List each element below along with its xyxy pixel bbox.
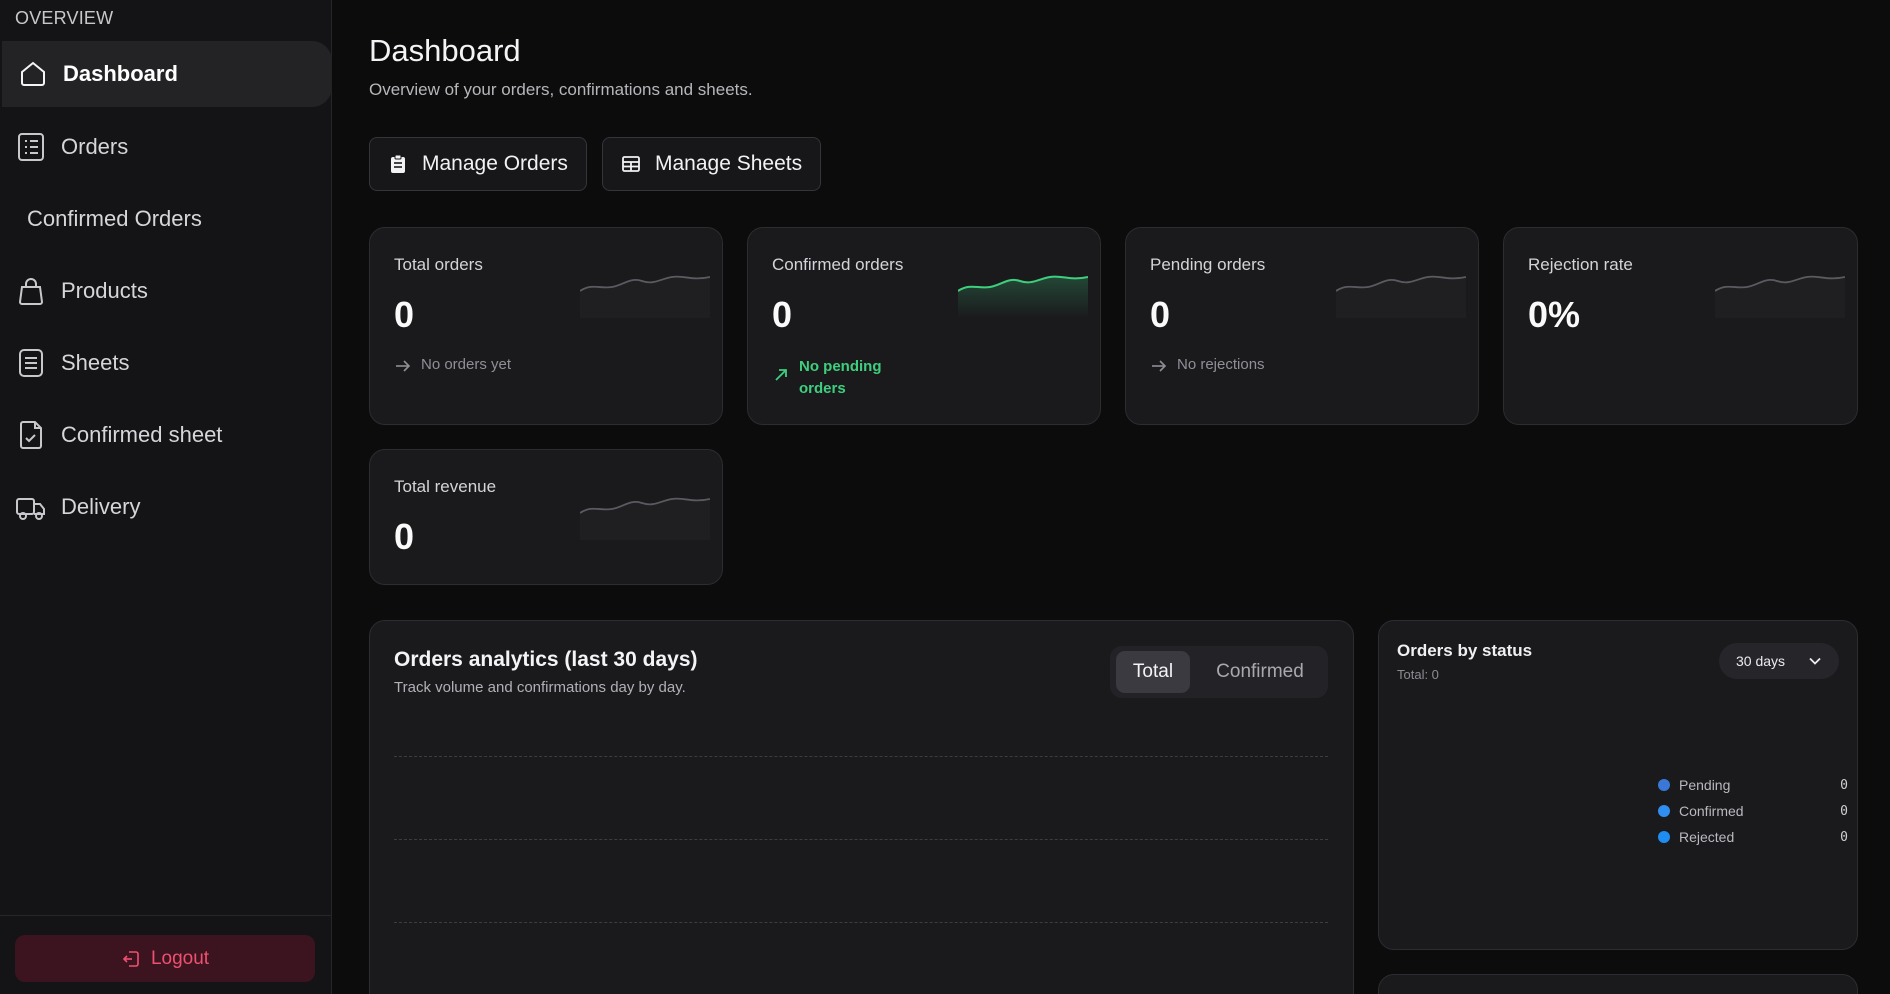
stat-note-text: No rejections [1177,356,1265,373]
sidebar: OVERVIEW Dashboard Orders Confirmed Orde… [0,0,332,994]
stat-label: Confirmed orders [772,255,904,274]
sidebar-item-confirmed-sheet[interactable]: Confirmed sheet [0,402,332,468]
stat-card-total-revenue: Total revenue 0 [369,449,723,585]
stat-value: 0 [394,516,415,557]
manage-sheets-label: Manage Sheets [655,152,803,175]
sidebar-item-label: Sheets [61,350,130,375]
sidebar-item-delivery[interactable]: Delivery [0,474,332,540]
page-title: Dashboard [369,33,521,68]
range-select-value: 30 days [1736,653,1786,669]
sparkline [1336,275,1466,318]
legend-dot [1658,779,1670,791]
bag-icon [15,275,47,307]
legend-value: 0 [1840,777,1848,793]
chart-gridline [394,922,1328,923]
tab-total[interactable]: Total [1116,651,1190,693]
sidebar-item-orders[interactable]: Orders [0,114,332,180]
legend-label: Rejected [1679,829,1735,845]
range-select[interactable]: 30 days [1719,643,1839,679]
legend-dot [1658,831,1670,843]
sidebar-item-products[interactable]: Products [0,258,332,324]
sidebar-item-label: Orders [61,134,129,159]
analytics-subtitle: Track volume and confirmations day by da… [394,679,686,696]
manage-orders-label: Manage Orders [422,152,568,175]
tab-confirmed[interactable]: Confirmed [1198,651,1322,693]
next-panel-card [1378,974,1858,994]
stat-note: No rejections [1150,356,1265,375]
stat-note-text: No orders yet [421,356,512,373]
sidebar-item-label: Confirmed sheet [61,422,223,447]
logout-icon [122,950,139,967]
legend-dot [1658,805,1670,817]
orders-by-status-card: Orders by status Total: 0 30 days Pendin… [1378,620,1858,950]
stat-value: 0% [1528,294,1581,335]
stat-note: No pending orders [772,356,922,400]
chart-gridline [394,839,1328,840]
chevron-down-icon [1809,657,1821,665]
sidebar-item-label: Dashboard [63,61,178,86]
legend-item-rejected: Rejected 0 [1658,826,1848,848]
legend-value: 0 [1840,829,1848,845]
sidebar-item-label: Delivery [61,494,141,519]
stat-label: Total orders [394,255,483,274]
logout-label: Logout [150,947,210,969]
arrow-right-icon [1152,360,1167,372]
stat-card-confirmed-orders: Confirmed orders 0 No pending orders [747,227,1101,425]
stat-card-pending-orders: Pending orders 0 No rejections [1125,227,1479,425]
legend-label: Confirmed [1679,803,1744,819]
stat-card-rejection-rate: Rejection rate 0% [1503,227,1858,425]
truck-icon [15,491,47,523]
sidebar-item-dashboard[interactable]: Dashboard [2,41,332,107]
sidebar-divider [0,915,332,916]
stat-value: 0 [1150,294,1171,335]
table-icon [622,156,640,172]
sparkline [580,497,710,540]
sidebar-item-label: Confirmed Orders [27,206,202,231]
manage-sheets-button[interactable]: Manage Sheets [602,137,822,191]
stat-note-text: No pending orders [799,358,882,397]
chart-gridline [394,756,1328,757]
stat-value: 0 [772,294,793,335]
file-check-icon [15,419,47,451]
stat-label: Rejection rate [1528,255,1633,274]
legend-item-confirmed: Confirmed 0 [1658,800,1848,822]
sheet-icon [15,347,47,379]
sparkline [958,275,1088,318]
status-total: Total: 0 [1397,667,1439,682]
sparkline [1715,275,1845,318]
logout-button[interactable]: Logout [15,935,315,982]
legend-label: Pending [1679,777,1731,793]
sparkline [580,275,710,318]
stat-note: No orders yet [394,356,511,375]
clipboard-icon [391,154,405,173]
sidebar-item-sheets[interactable]: Sheets [0,330,332,396]
sidebar-item-label: Products [61,278,148,303]
legend-value: 0 [1840,803,1848,819]
analytics-title: Orders analytics (last 30 days) [394,648,698,671]
orders-analytics-card: Orders analytics (last 30 days) Track vo… [369,620,1354,994]
status-title: Orders by status [1397,641,1533,660]
analytics-tab-switcher: Total Confirmed [1110,646,1328,698]
stat-card-total-orders: Total orders 0 No orders yet [369,227,723,425]
arrow-right-icon [396,360,411,372]
stat-value: 0 [394,294,415,335]
list-icon [15,131,47,163]
trend-up-icon [775,369,787,381]
page-subtitle: Overview of your orders, confirmations a… [369,80,753,99]
manage-orders-button[interactable]: Manage Orders [369,137,587,191]
sidebar-section-label: OVERVIEW [15,8,114,28]
stat-label: Pending orders [1150,255,1266,274]
home-icon [17,58,49,90]
stat-label: Total revenue [394,477,497,496]
legend-item-pending: Pending 0 [1658,774,1848,796]
sidebar-item-confirmed-orders[interactable]: Confirmed Orders [0,186,332,252]
